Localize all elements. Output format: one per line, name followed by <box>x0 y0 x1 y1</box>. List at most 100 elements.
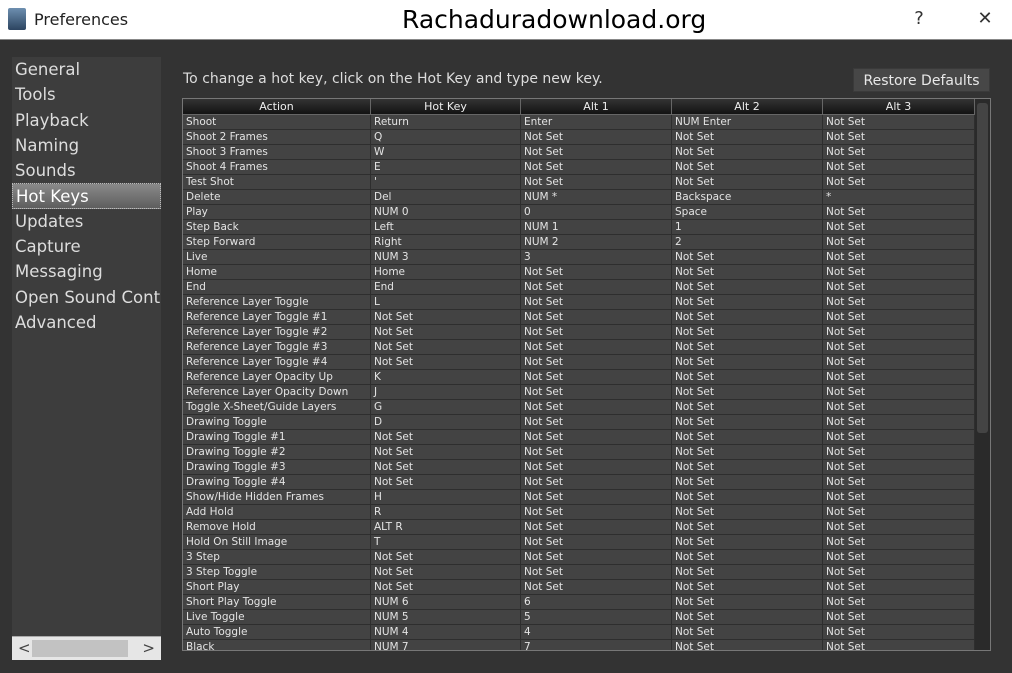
hotkey-cell[interactable]: NUM 3 <box>371 250 521 264</box>
hotkey-cell[interactable]: Not Set <box>521 445 672 459</box>
hotkey-cell[interactable]: Not Set <box>672 160 823 174</box>
hotkey-cell[interactable]: Not Set <box>371 340 521 354</box>
hotkey-cell[interactable]: Not Set <box>823 115 975 129</box>
hotkey-cell[interactable]: Not Set <box>672 625 823 639</box>
hotkey-cell[interactable]: Not Set <box>521 370 672 384</box>
hotkey-cell[interactable]: Not Set <box>823 160 975 174</box>
table-row[interactable]: Reference Layer Toggle #1 Not Set Not Set N… <box>183 310 975 325</box>
hotkey-cell[interactable]: Enter <box>521 115 672 129</box>
hotkey-cell[interactable]: Not Set <box>371 550 521 564</box>
hotkey-cell[interactable]: Not Set <box>823 175 975 189</box>
hotkey-cell[interactable]: Not Set <box>672 580 823 594</box>
hotkey-cell[interactable]: 7 <box>521 640 672 650</box>
table-row[interactable]: Black NUM 7 7 Not Set Not Set <box>183 640 975 650</box>
sidebar-item-naming[interactable]: Naming <box>12 133 161 158</box>
sidebar-item-capture[interactable]: Capture <box>12 234 161 259</box>
hotkey-cell[interactable]: Not Set <box>672 280 823 294</box>
hotkey-cell[interactable]: L <box>371 295 521 309</box>
column-header-alt-2[interactable]: Alt 2 <box>672 99 823 115</box>
hotkey-cell[interactable]: T <box>371 535 521 549</box>
hotkey-cell[interactable]: Not Set <box>823 265 975 279</box>
table-row[interactable]: 3 Step Not Set Not Set Not Set Not Set <box>183 550 975 565</box>
hotkey-cell[interactable]: Not Set <box>521 325 672 339</box>
hotkey-cell[interactable]: Not Set <box>823 640 975 650</box>
table-row[interactable]: Step Forward Right NUM 2 2 Not Set <box>183 235 975 250</box>
hotkey-cell[interactable]: R <box>371 505 521 519</box>
hotkey-cell[interactable]: G <box>371 400 521 414</box>
hotkey-cell[interactable]: Not Set <box>521 505 672 519</box>
table-row[interactable]: Remove Hold ALT R Not Set Not Set Not Set <box>183 520 975 535</box>
hotkey-cell[interactable]: Not Set <box>521 430 672 444</box>
table-row[interactable]: Shoot 2 Frames Q Not Set Not Set Not Set <box>183 130 975 145</box>
hotkey-cell[interactable]: * <box>823 190 975 204</box>
table-row[interactable]: Add Hold R Not Set Not Set Not Set <box>183 505 975 520</box>
sidebar-item-playback[interactable]: Playback <box>12 108 161 133</box>
hotkey-cell[interactable]: Not Set <box>823 220 975 234</box>
sidebar-item-advanced[interactable]: Advanced <box>12 310 161 335</box>
hotkey-cell[interactable]: Not Set <box>823 250 975 264</box>
hotkey-cell[interactable]: Not Set <box>823 610 975 624</box>
table-row[interactable]: Short Play Toggle NUM 6 6 Not Set Not Set <box>183 595 975 610</box>
hotkey-cell[interactable]: W <box>371 145 521 159</box>
hotkey-cell[interactable]: Not Set <box>521 550 672 564</box>
hotkey-cell[interactable]: Not Set <box>823 415 975 429</box>
hotkey-cell[interactable]: Not Set <box>521 565 672 579</box>
hotkey-cell[interactable]: Not Set <box>823 145 975 159</box>
hotkey-cell[interactable]: Not Set <box>823 535 975 549</box>
hotkey-cell[interactable]: Not Set <box>521 310 672 324</box>
hotkey-cell[interactable]: Not Set <box>521 520 672 534</box>
sidebar-item-tools[interactable]: Tools <box>12 82 161 107</box>
hotkey-cell[interactable]: Not Set <box>672 595 823 609</box>
column-header-hot-key[interactable]: Hot Key <box>371 99 521 115</box>
hotkey-cell[interactable]: Not Set <box>371 310 521 324</box>
hotkey-cell[interactable]: Not Set <box>823 400 975 414</box>
hotkey-cell[interactable]: NUM 2 <box>521 235 672 249</box>
table-row[interactable]: Live Toggle NUM 5 5 Not Set Not Set <box>183 610 975 625</box>
table-row[interactable]: Drawing Toggle #2 Not Set Not Set Not Set No… <box>183 445 975 460</box>
hotkey-cell[interactable]: Not Set <box>823 295 975 309</box>
hotkey-cell[interactable]: NUM 0 <box>371 205 521 219</box>
hotkey-cell[interactable]: Not Set <box>823 340 975 354</box>
hotkey-cell[interactable]: Not Set <box>371 565 521 579</box>
hotkey-cell[interactable]: Not Set <box>521 160 672 174</box>
hotkey-cell[interactable]: Not Set <box>823 370 975 384</box>
hotkey-cell[interactable]: Not Set <box>521 535 672 549</box>
table-row[interactable]: Show/Hide Hidden Frames H Not Set Not Set No… <box>183 490 975 505</box>
hotkey-cell[interactable]: Not Set <box>672 310 823 324</box>
hotkey-cell[interactable]: NUM 6 <box>371 595 521 609</box>
column-header-alt-3[interactable]: Alt 3 <box>823 99 975 115</box>
hotkey-cell[interactable]: Not Set <box>521 415 672 429</box>
hotkey-cell[interactable]: Not Set <box>672 445 823 459</box>
hotkey-cell[interactable]: Not Set <box>371 325 521 339</box>
hotkey-cell[interactable]: 4 <box>521 625 672 639</box>
hotkey-cell[interactable]: Not Set <box>521 145 672 159</box>
hotkey-cell[interactable]: Not Set <box>823 565 975 579</box>
table-row[interactable]: Hold On Still Image T Not Set Not Set Not Se… <box>183 535 975 550</box>
hotkey-cell[interactable]: Left <box>371 220 521 234</box>
hotkey-cell[interactable]: Not Set <box>672 370 823 384</box>
table-row[interactable]: Reference Layer Opacity Down J Not Set Not … <box>183 385 975 400</box>
hotkey-cell[interactable]: Not Set <box>371 475 521 489</box>
hotkey-cell[interactable]: Not Set <box>672 640 823 650</box>
sidebar-item-messaging[interactable]: Messaging <box>12 259 161 284</box>
hotkey-cell[interactable]: Not Set <box>672 295 823 309</box>
table-row[interactable]: Reference Layer Toggle #3 Not Set Not Set N… <box>183 340 975 355</box>
hotkey-cell[interactable]: Not Set <box>672 550 823 564</box>
scroll-right-icon[interactable]: > <box>142 639 155 657</box>
table-row[interactable]: Reference Layer Opacity Up K Not Set Not Se… <box>183 370 975 385</box>
table-row[interactable]: Auto Toggle NUM 4 4 Not Set Not Set <box>183 625 975 640</box>
table-row[interactable]: Reference Layer Toggle L Not Set Not Set Not… <box>183 295 975 310</box>
table-row[interactable]: Step Back Left NUM 1 1 Not Set <box>183 220 975 235</box>
table-row[interactable]: Play NUM 0 0 Space Not Set <box>183 205 975 220</box>
hotkey-cell[interactable]: Not Set <box>371 355 521 369</box>
hotkey-cell[interactable]: Not Set <box>823 445 975 459</box>
hotkey-cell[interactable]: Not Set <box>521 340 672 354</box>
hotkey-cell[interactable]: Not Set <box>823 505 975 519</box>
scroll-left-icon[interactable]: < <box>18 639 31 657</box>
sidebar-item-updates[interactable]: Updates <box>12 209 161 234</box>
table-row[interactable]: Toggle X-Sheet/Guide Layers G Not Set Not S… <box>183 400 975 415</box>
hotkey-cell[interactable]: Not Set <box>672 475 823 489</box>
hotkey-cell[interactable]: K <box>371 370 521 384</box>
table-row[interactable]: Delete Del NUM * Backspace * <box>183 190 975 205</box>
table-row[interactable]: Drawing Toggle #4 Not Set Not Set Not Set No… <box>183 475 975 490</box>
